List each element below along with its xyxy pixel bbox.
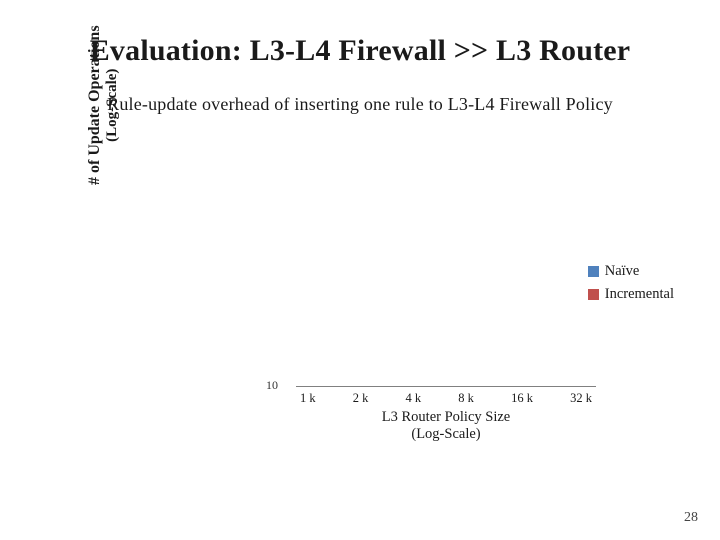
x-tick: 4 k — [406, 391, 422, 406]
x-axis-label-line1: L3 Router Policy Size — [382, 409, 510, 425]
y-axis-label-line1: # of Update Operations — [86, 25, 104, 185]
legend-item-incremental: Incremental — [588, 286, 674, 303]
legend-label: Naïve — [605, 263, 640, 280]
x-tick: 16 k — [511, 391, 533, 406]
x-axis-label: L3 Router Policy Size (Log-Scale) — [296, 409, 596, 444]
y-axis-label: # of Update Operations (Log-Scale) — [86, 25, 121, 185]
slide: Evaluation: L3-L4 Firewall >> L3 Router … — [0, 0, 720, 540]
legend-label: Incremental — [605, 286, 674, 303]
x-axis-line — [296, 386, 596, 387]
x-tick: 2 k — [353, 391, 369, 406]
legend: Naïve Incremental — [588, 263, 674, 309]
x-tick: 8 k — [458, 391, 474, 406]
y-axis-label-line2: (Log-Scale) — [104, 25, 121, 185]
x-tick: 32 k — [570, 391, 592, 406]
x-tick: 1 k — [300, 391, 316, 406]
chart: # of Update Operations (Log-Scale) 10 1 … — [36, 155, 684, 455]
y-tick-10: 10 — [266, 378, 278, 393]
plot-area: 10 — [296, 155, 596, 387]
legend-item-naive: Naïve — [588, 263, 674, 280]
x-ticks: 1 k 2 k 4 k 8 k 16 k 32 k — [296, 391, 596, 406]
subtitle: Rule-update overhead of inserting one ru… — [36, 94, 684, 115]
square-icon — [588, 289, 599, 300]
square-icon — [588, 266, 599, 277]
page-title: Evaluation: L3-L4 Firewall >> L3 Router — [36, 34, 684, 68]
slide-number: 28 — [684, 510, 698, 526]
x-axis-label-line2: (Log-Scale) — [411, 426, 480, 442]
